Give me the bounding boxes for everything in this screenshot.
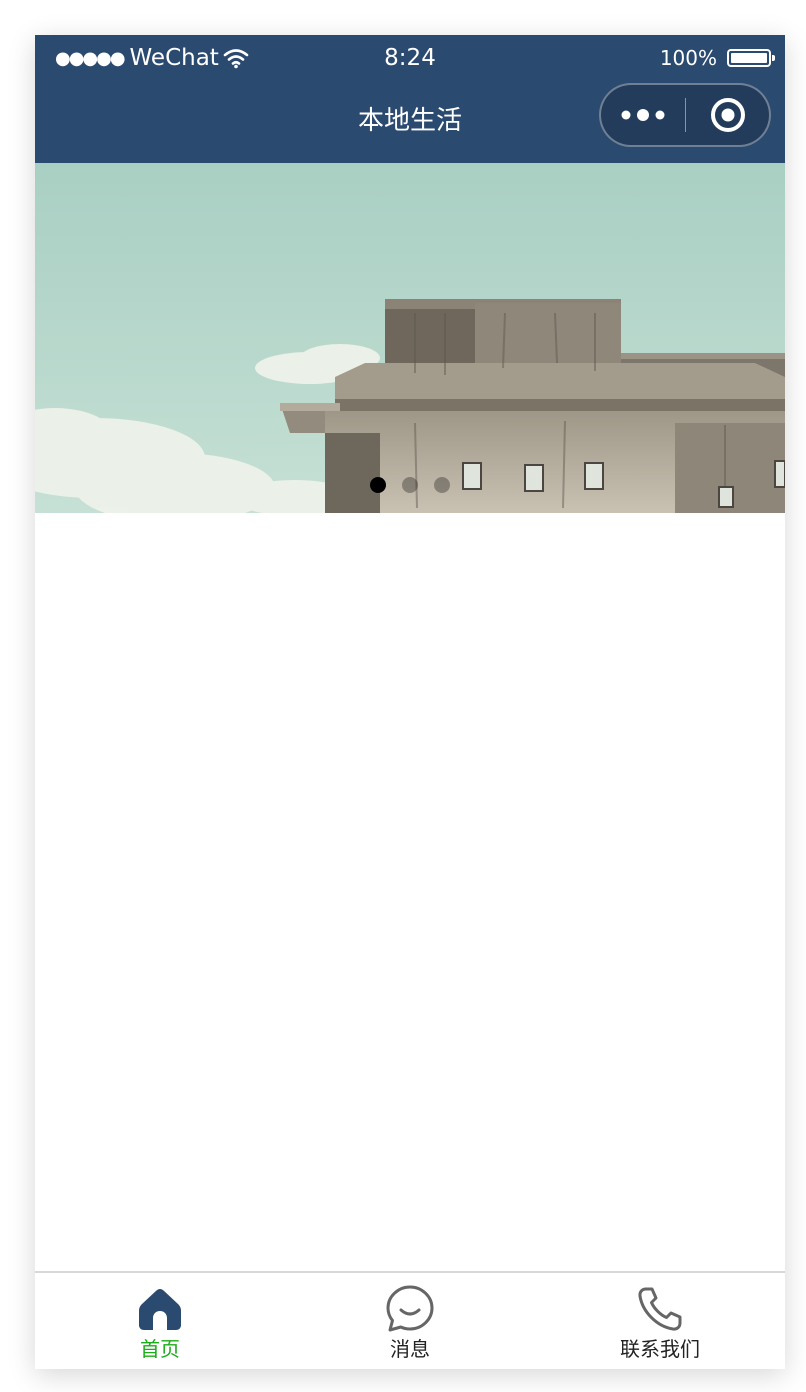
more-button[interactable] xyxy=(601,85,685,145)
target-close-icon xyxy=(710,98,745,132)
status-bar-right: 100% xyxy=(659,43,775,73)
header: ●●●●● WeChat 8:24 100% 本地生活 xyxy=(35,35,785,163)
swiper-dot[interactable] xyxy=(434,477,450,493)
battery-fill xyxy=(731,53,767,63)
message-icon xyxy=(386,1285,434,1332)
swiper-dot[interactable] xyxy=(370,477,386,493)
tab-contact-us-label: 联系我们 xyxy=(620,1337,700,1361)
home-icon xyxy=(139,1289,181,1330)
tab-messages-label: 消息 xyxy=(390,1337,430,1361)
tab-home[interactable]: 首页 xyxy=(35,1273,285,1369)
swiper-indicator xyxy=(35,477,785,493)
tab-messages[interactable]: 消息 xyxy=(285,1273,535,1369)
swiper-dot[interactable] xyxy=(402,477,418,493)
battery-percent: 100% xyxy=(659,46,717,70)
banner-swiper[interactable] xyxy=(35,163,785,513)
banner-image xyxy=(35,163,785,513)
battery-tip xyxy=(772,55,775,61)
more-dots-icon xyxy=(621,109,665,121)
miniprogram-capsule xyxy=(599,83,771,147)
main-content xyxy=(35,513,785,1273)
phone-icon xyxy=(638,1287,682,1331)
phone-screen: ●●●●● WeChat 8:24 100% 本地生活 首页 消息 联系我们 xyxy=(35,35,785,1369)
tab-home-label: 首页 xyxy=(140,1337,180,1361)
battery-icon xyxy=(727,49,775,67)
close-miniprogram-button[interactable] xyxy=(686,85,769,145)
tab-bar: 首页 消息 联系我们 xyxy=(35,1271,785,1369)
tab-contact-us[interactable]: 联系我们 xyxy=(535,1273,785,1369)
